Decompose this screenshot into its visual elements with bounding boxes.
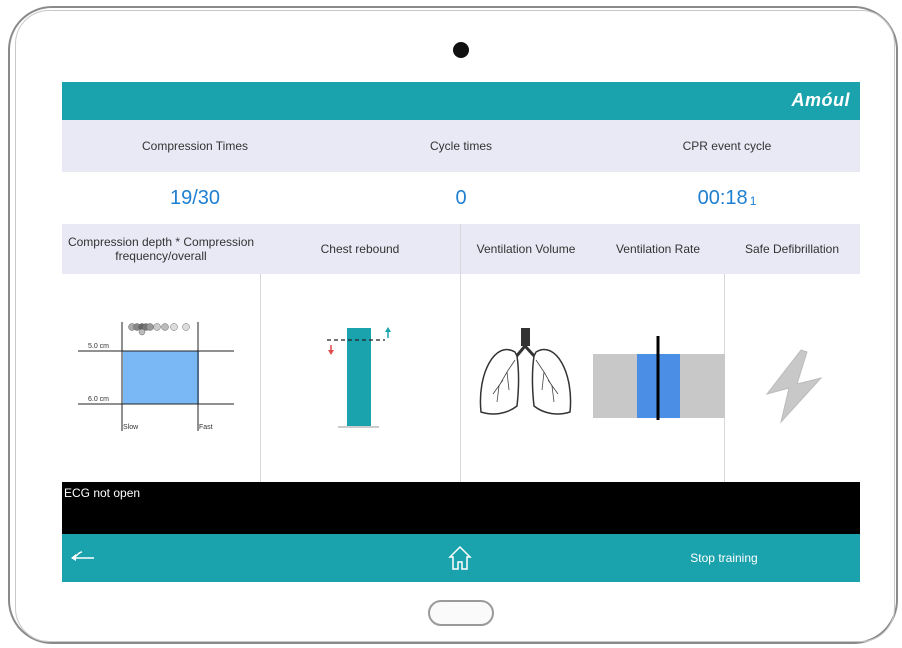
metric-panels: 5.0 cm 6.0 cm Slow Fast: [62, 274, 860, 482]
cycle-times-label: Cycle times: [429, 139, 492, 153]
compression-times-header: Compression Times: [62, 120, 328, 172]
lower-depth-label: 6.0 cm: [88, 396, 109, 403]
app-screen: Amóul Compression Times Cycle times CPR …: [62, 82, 860, 582]
compression-dots: [128, 323, 190, 336]
hardware-home-button[interactable]: [428, 600, 494, 626]
chest-rebound-graphic: [327, 327, 391, 428]
cpr-event-cycle-header: CPR event cycle: [594, 120, 860, 172]
camera-lens: [453, 42, 469, 58]
cpr-event-cycle-value: 00:18: [697, 186, 748, 209]
slow-label: Slow: [123, 424, 139, 431]
depth-frequency-header: Compression depth * Compression frequenc…: [67, 235, 255, 263]
arrow-up-icon: [385, 327, 391, 338]
ecg-status: ECG not open: [64, 486, 141, 500]
metric-header-row: Compression depth * Compression frequenc…: [62, 224, 860, 274]
compression-times-cell: 19/30: [62, 172, 328, 224]
lightning-icon: [765, 349, 823, 424]
chest-rebound-header: Chest rebound: [320, 242, 400, 256]
fast-label: Fast: [199, 424, 213, 431]
upper-depth-label: 5.0 cm: [88, 343, 109, 350]
cycle-times-cell: 0: [328, 172, 594, 224]
target-zone: [123, 351, 199, 404]
stats-value-row: 19/30 0 00:18 1: [62, 172, 860, 224]
home-icon[interactable]: [445, 543, 475, 573]
stop-training-button[interactable]: Stop training: [674, 548, 774, 568]
depth-frequency-chart: 5.0 cm 6.0 cm Slow Fast: [78, 322, 234, 431]
ventilation-volume-header: Ventilation Volume: [476, 242, 576, 256]
compression-times-value: 19/30: [169, 186, 221, 209]
ventilation-rate-graphic: [593, 336, 725, 420]
cpr-event-cycle-sub: 1: [749, 194, 757, 208]
lungs-icon: [479, 328, 572, 415]
ventilation-rate-header: Ventilation Rate: [615, 242, 701, 256]
back-icon[interactable]: [68, 548, 94, 568]
cycle-times-header: Cycle times: [328, 120, 594, 172]
cpr-event-cycle-cell: 00:18 1: [594, 172, 860, 224]
bottom-bar: Stop training: [62, 534, 860, 582]
compression-times-label: Compression Times: [141, 139, 249, 153]
rebound-bar: [347, 328, 371, 426]
cycle-times-value: 0: [455, 186, 467, 209]
ecg-panel: ECG not open: [62, 482, 860, 534]
cpr-event-cycle-label: CPR event cycle: [682, 139, 772, 153]
brand-logo: Amóul: [791, 90, 850, 110]
arrow-down-icon: [328, 345, 334, 355]
safe-defibrillation-header: Safe Defibrillation: [744, 242, 840, 256]
stats-header-row: Compression Times Cycle times CPR event …: [62, 120, 860, 172]
top-bar: Amóul: [62, 82, 860, 120]
